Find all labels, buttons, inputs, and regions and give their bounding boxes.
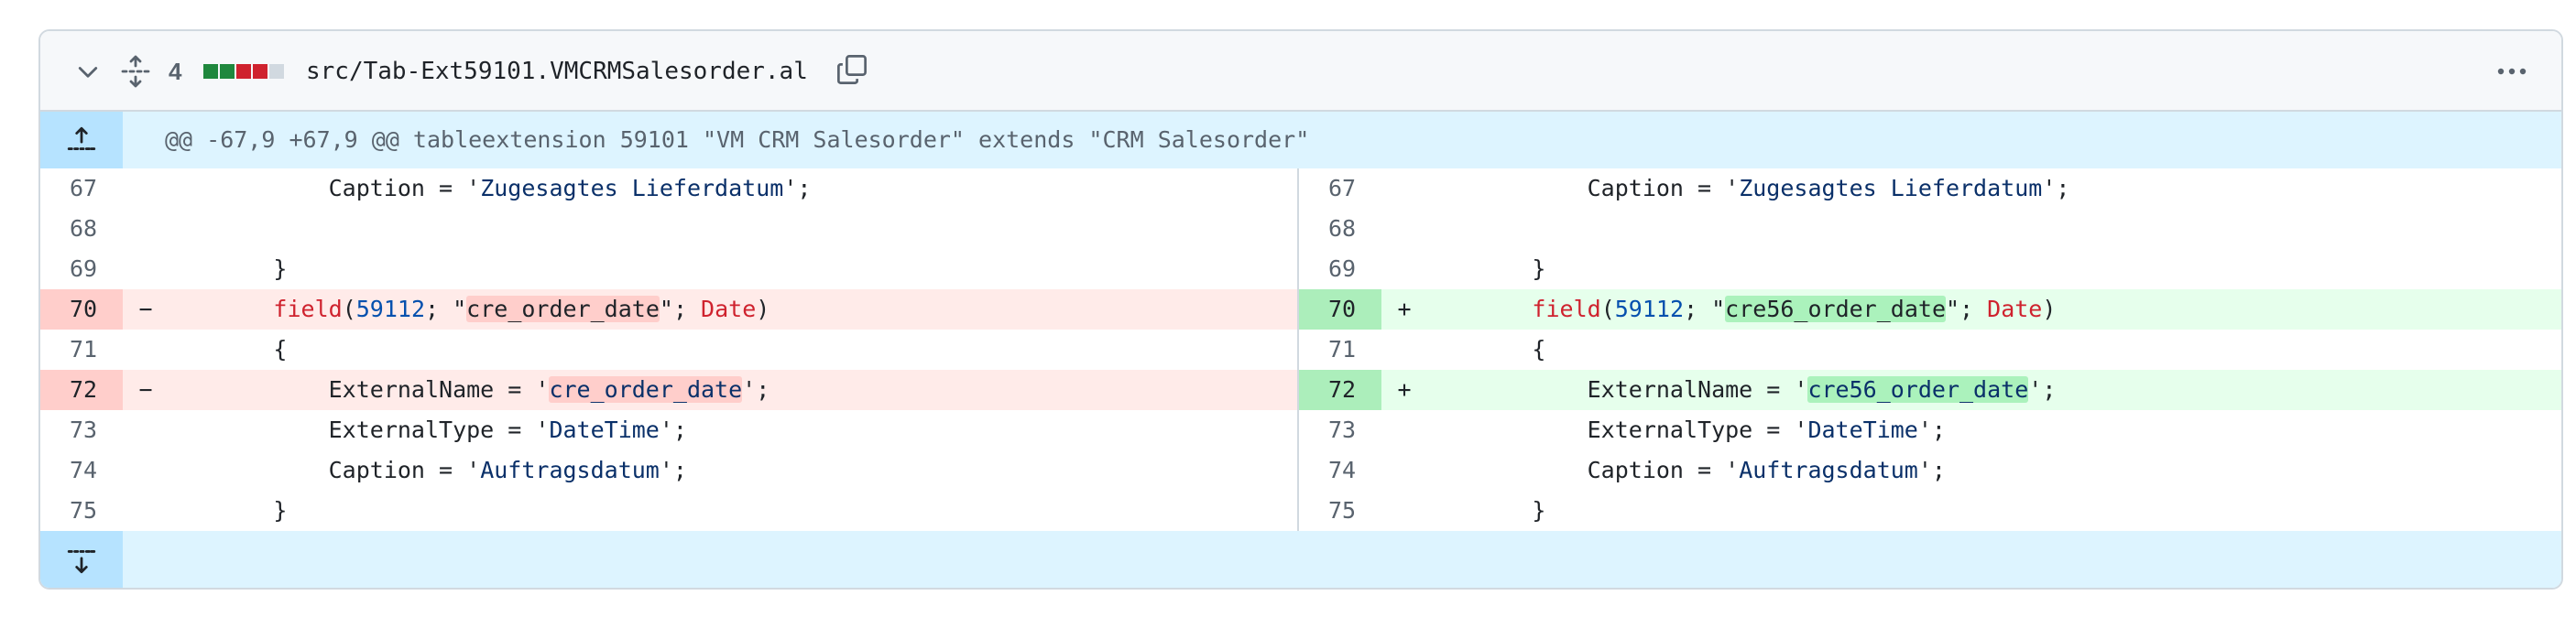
right-line: 70 + field(59112; "cre56_order_date"; Dat…	[1299, 289, 2561, 330]
right-line: 71 {	[1299, 330, 2561, 370]
code-text: Caption = 'Auftragsdatum';	[163, 457, 687, 483]
file-path[interactable]: src/Tab-Ext59101.VMCRMSalesorder.al	[306, 53, 808, 90]
left-line: 71 {	[40, 330, 1299, 370]
diff-row: 73 ExternalType = 'DateTime'; 73 External…	[40, 410, 2561, 450]
diff-count: 4	[169, 58, 182, 85]
line-number[interactable]: 75	[1299, 491, 1381, 531]
line-number[interactable]: 73	[40, 410, 123, 450]
diff-sign: +	[1397, 376, 1412, 403]
left-line: 74 Caption = 'Auftragsdatum';	[40, 450, 1299, 491]
line-number[interactable]: 67	[1299, 168, 1381, 209]
right-line: 68	[1299, 209, 2561, 249]
code-text: }	[1422, 497, 1546, 524]
fold-down-icon[interactable]	[40, 531, 123, 588]
diff-row: 69 } 69 }	[40, 249, 2561, 289]
code-text: field(59112; "cre56_order_date"; Date)	[1532, 296, 2057, 322]
line-number[interactable]: 74	[40, 450, 123, 491]
diff-file: 4 src/Tab-Ext59101.VMCRMSalesorder.al @@…	[38, 29, 2563, 590]
hunk-header-text: @@ -67,9 +67,9 @@ tableextension 59101 "…	[165, 126, 1310, 153]
left-line: 72− ExternalName = 'cre_order_date';	[40, 370, 1299, 410]
diffstat-block	[220, 64, 235, 79]
diff-sign: +	[1397, 296, 1412, 322]
code-text: field(59112; "cre_order_date"; Date)	[273, 296, 770, 322]
diff-row: 67 Caption = 'Zugesagtes Lieferdatum'; 67…	[40, 168, 2561, 209]
left-line: 70− field(59112; "cre_order_date"; Date)	[40, 289, 1299, 330]
code-text: }	[163, 497, 288, 524]
code-text: }	[163, 255, 288, 282]
code-text: ExternalName = 'cre_order_date';	[163, 376, 770, 403]
unfold-icon[interactable]	[121, 55, 150, 88]
diff-row: 74 Caption = 'Auftragsdatum'; 74 Caption …	[40, 450, 2561, 491]
right-line: 73 ExternalType = 'DateTime';	[1299, 410, 2561, 450]
hunk-footer	[40, 531, 2561, 588]
right-line: 74 Caption = 'Auftragsdatum';	[1299, 450, 2561, 491]
left-line: 67 Caption = 'Zugesagtes Lieferdatum';	[40, 168, 1299, 209]
diff-row: 72− ExternalName = 'cre_order_date'; 72 + …	[40, 370, 2561, 410]
line-number[interactable]: 71	[1299, 330, 1381, 370]
right-line: 67 Caption = 'Zugesagtes Lieferdatum';	[1299, 168, 2561, 209]
diff-row: 68 68	[40, 209, 2561, 249]
code-text: ExternalType = 'DateTime';	[1422, 417, 1946, 443]
diff-row: 71 {71 {	[40, 330, 2561, 370]
file-header: 4 src/Tab-Ext59101.VMCRMSalesorder.al	[40, 31, 2561, 112]
code-text: {	[163, 336, 288, 363]
fold-up-icon[interactable]	[40, 112, 123, 168]
left-line: 75 }	[40, 491, 1299, 531]
left-line: 68	[40, 209, 1299, 249]
line-number[interactable]: 68	[1299, 209, 1381, 249]
code-text: {	[1422, 336, 1546, 363]
right-line: 75 }	[1299, 491, 2561, 531]
line-number[interactable]: 67	[40, 168, 123, 209]
line-number[interactable]: 73	[1299, 410, 1381, 450]
diff-row: 75 } 75 }	[40, 491, 2561, 531]
code-text: }	[1422, 255, 1546, 282]
diff-sign: −	[138, 296, 153, 322]
line-number[interactable]: 72	[1299, 370, 1381, 410]
code-text: ExternalType = 'DateTime';	[163, 417, 687, 443]
left-line: 73 ExternalType = 'DateTime';	[40, 410, 1299, 450]
line-number[interactable]: 69	[40, 249, 123, 289]
code-text: ExternalName = 'cre56_order_date';	[1422, 376, 2057, 403]
line-number[interactable]: 72	[40, 370, 123, 410]
diffstat-block	[203, 64, 218, 79]
diffstat-block	[269, 64, 284, 79]
diff-sign: −	[138, 376, 153, 403]
right-line: 69 }	[1299, 249, 2561, 289]
line-number[interactable]: 71	[40, 330, 123, 370]
line-number[interactable]: 74	[1299, 450, 1381, 491]
copy-icon[interactable]	[835, 53, 868, 86]
diffstat-block	[253, 64, 267, 79]
diffstat-bar	[203, 64, 284, 79]
left-line: 69 }	[40, 249, 1299, 289]
line-number[interactable]: 68	[40, 209, 123, 249]
line-number[interactable]: 75	[40, 491, 123, 531]
diffstat-block	[236, 64, 251, 79]
diff-row: 70− field(59112; "cre_order_date"; Date)…	[40, 289, 2561, 330]
line-number[interactable]: 69	[1299, 249, 1381, 289]
code-text: Caption = 'Zugesagtes Lieferdatum';	[1422, 175, 2070, 201]
hunk-header: @@ -67,9 +67,9 @@ tableextension 59101 "…	[40, 112, 2561, 168]
line-number[interactable]: 70	[1299, 289, 1381, 330]
line-number[interactable]: 70	[40, 289, 123, 330]
right-line: 72 + ExternalName = 'cre56_order_date';	[1299, 370, 2561, 410]
diff-lines: 67 Caption = 'Zugesagtes Lieferdatum'; 67…	[40, 168, 2561, 531]
code-text: Caption = 'Zugesagtes Lieferdatum';	[163, 175, 812, 201]
chevron-down-icon[interactable]	[75, 59, 101, 84]
kebab-horizontal-icon[interactable]	[2494, 57, 2530, 86]
code-text: Caption = 'Auftragsdatum';	[1422, 457, 1946, 483]
